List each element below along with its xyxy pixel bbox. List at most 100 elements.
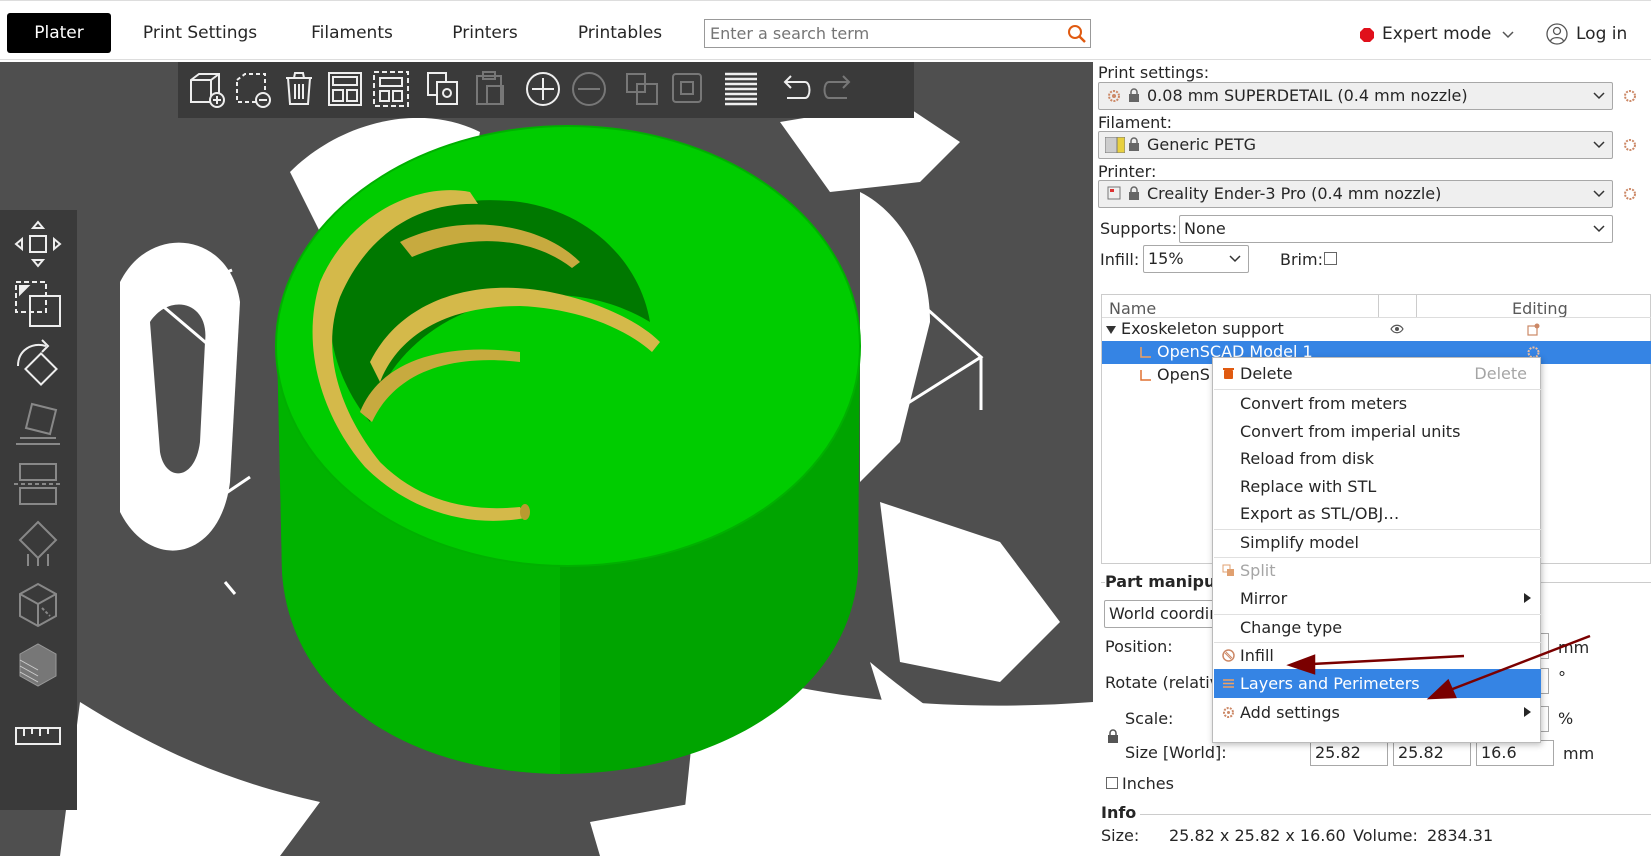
login-label: Log in [1576, 24, 1628, 44]
rotate-icon[interactable] [12, 338, 64, 390]
object-name: Exoskeleton support [1121, 319, 1284, 338]
add-instance-icon[interactable] [522, 68, 564, 110]
delete-icon [1223, 368, 1234, 379]
support-painting-icon[interactable] [12, 518, 64, 570]
redo-icon[interactable] [819, 68, 861, 110]
menu-item-change-type[interactable]: Change type [1214, 613, 1541, 642]
settings-edit-icon[interactable] [1623, 138, 1637, 152]
submenu-arrow-icon [1524, 593, 1531, 603]
gear-icon [1108, 90, 1120, 102]
infill-label: Infill: [1100, 250, 1140, 269]
tab-filaments[interactable]: Filaments [300, 13, 404, 53]
brim-checkbox[interactable] [1324, 252, 1337, 265]
scale-label: Scale: [1125, 709, 1174, 728]
info-title: Info [1101, 803, 1141, 822]
viewport-toolbar [178, 62, 914, 118]
arrange-icon[interactable] [324, 68, 366, 110]
tab-print-settings[interactable]: Print Settings [135, 13, 265, 53]
copy-icon[interactable] [423, 68, 465, 110]
top-tab-bar: Plater Print Settings Filaments Printers… [0, 0, 1651, 60]
move-icon[interactable] [12, 218, 64, 270]
split-parts-icon[interactable] [667, 68, 709, 110]
expand-triangle-icon[interactable] [1106, 326, 1116, 334]
tab-printables[interactable]: Printables [570, 13, 670, 53]
menu-item-delete[interactable]: Delete Delete [1214, 359, 1541, 388]
menu-item-label: Split [1240, 561, 1276, 580]
tab-printers[interactable]: Printers [440, 13, 530, 53]
menu-item-label: Infill [1240, 646, 1274, 665]
printer-combo[interactable]: Creality Ender-3 Pro (0.4 mm nozzle) [1098, 180, 1613, 208]
gizmo-toolbar [0, 210, 77, 810]
eye-icon[interactable] [1390, 324, 1404, 334]
delete-all-icon[interactable] [278, 68, 320, 110]
tab-plater[interactable]: Plater [7, 13, 111, 53]
settings-edit-icon[interactable] [1623, 187, 1637, 201]
infill-combo[interactable]: 15% [1143, 245, 1249, 273]
menu-item-simplify-model[interactable]: Simplify model [1214, 528, 1541, 557]
column-divider [1378, 295, 1379, 317]
lock-icon[interactable] [1107, 729, 1119, 744]
paste-icon[interactable] [469, 68, 511, 110]
column-header-editing[interactable]: Editing [1512, 299, 1568, 318]
menu-item-reload-from-disk[interactable]: Reload from disk [1214, 444, 1541, 473]
layers-editing-icon[interactable] [720, 68, 762, 110]
cut-icon[interactable] [12, 458, 64, 510]
scale-unit: % [1558, 709, 1574, 728]
menu-item-add-settings[interactable]: Add settings [1214, 698, 1541, 727]
gear-icon [1223, 707, 1234, 718]
position-unit: mm [1558, 638, 1590, 657]
edit-settings-icon[interactable] [1527, 323, 1540, 336]
supports-combo[interactable]: None [1179, 215, 1613, 243]
column-header-name[interactable]: Name [1109, 299, 1156, 318]
menu-item-mirror[interactable]: Mirror [1214, 584, 1541, 613]
part-icon [1140, 347, 1151, 358]
search-icon[interactable] [1066, 23, 1088, 45]
size-z-field[interactable]: 16.6 [1476, 740, 1554, 766]
section-divider [1101, 814, 1651, 815]
menu-item-label: Change type [1240, 618, 1343, 637]
menu-item-convert-from-meters[interactable]: Convert from meters [1214, 389, 1541, 418]
measure-icon[interactable] [12, 710, 64, 762]
lock-icon [1129, 186, 1139, 200]
size-unit: mm [1563, 744, 1595, 763]
remove-instance-icon[interactable] [568, 68, 610, 110]
chevron-down-icon [1593, 92, 1605, 100]
arrange-selection-icon[interactable] [370, 68, 412, 110]
inches-checkbox[interactable] [1106, 777, 1118, 789]
scale-icon[interactable] [12, 278, 64, 330]
delete-object-icon[interactable] [232, 68, 274, 110]
size-x-field[interactable]: 25.82 [1310, 740, 1388, 766]
menu-item-replace-with-stl[interactable]: Replace with STL [1214, 472, 1541, 501]
object-name: OpenS [1157, 365, 1210, 384]
inches-label: Inches [1122, 774, 1174, 793]
chevron-down-icon [1593, 190, 1605, 198]
menu-item-label: Add settings [1240, 703, 1340, 722]
menu-item-infill[interactable]: Infill [1214, 641, 1541, 670]
printer-label: Printer: [1098, 162, 1157, 181]
part-icon [1140, 370, 1151, 381]
3d-viewport[interactable] [0, 62, 1093, 856]
print-settings-combo[interactable]: 0.08 mm SUPERDETAIL (0.4 mm nozzle) [1098, 82, 1613, 110]
list-item[interactable]: Exoskeleton support [1102, 318, 1651, 341]
menu-item-split[interactable]: Split [1214, 556, 1541, 585]
place-on-face-icon[interactable] [12, 398, 64, 450]
menu-item-label: Convert from meters [1240, 394, 1408, 413]
menu-item-convert-from-imperial[interactable]: Convert from imperial units [1214, 417, 1541, 446]
menu-item-export-stl[interactable]: Export as STL/OBJ… [1214, 499, 1541, 528]
menu-item-layers-and-perimeters[interactable]: Layers and Perimeters [1214, 669, 1541, 698]
seam-painting-icon[interactable] [12, 578, 64, 630]
brim-label: Brim: [1280, 250, 1323, 269]
filament-combo[interactable]: Generic PETG [1098, 131, 1613, 159]
rotate-label: Rotate (relativ [1105, 673, 1220, 692]
user-icon [1546, 23, 1568, 45]
split-objects-icon[interactable] [621, 68, 663, 110]
context-menu: Delete Delete Convert from meters Conver… [1212, 357, 1541, 743]
variable-layer-icon[interactable] [12, 638, 64, 690]
cup-model [275, 125, 861, 774]
size-y-field[interactable]: 25.82 [1393, 740, 1471, 766]
undo-icon[interactable] [773, 68, 815, 110]
add-object-icon[interactable] [186, 68, 228, 110]
layers-icon [1223, 679, 1234, 688]
settings-edit-icon[interactable] [1623, 89, 1637, 103]
search-input[interactable] [704, 19, 1091, 48]
